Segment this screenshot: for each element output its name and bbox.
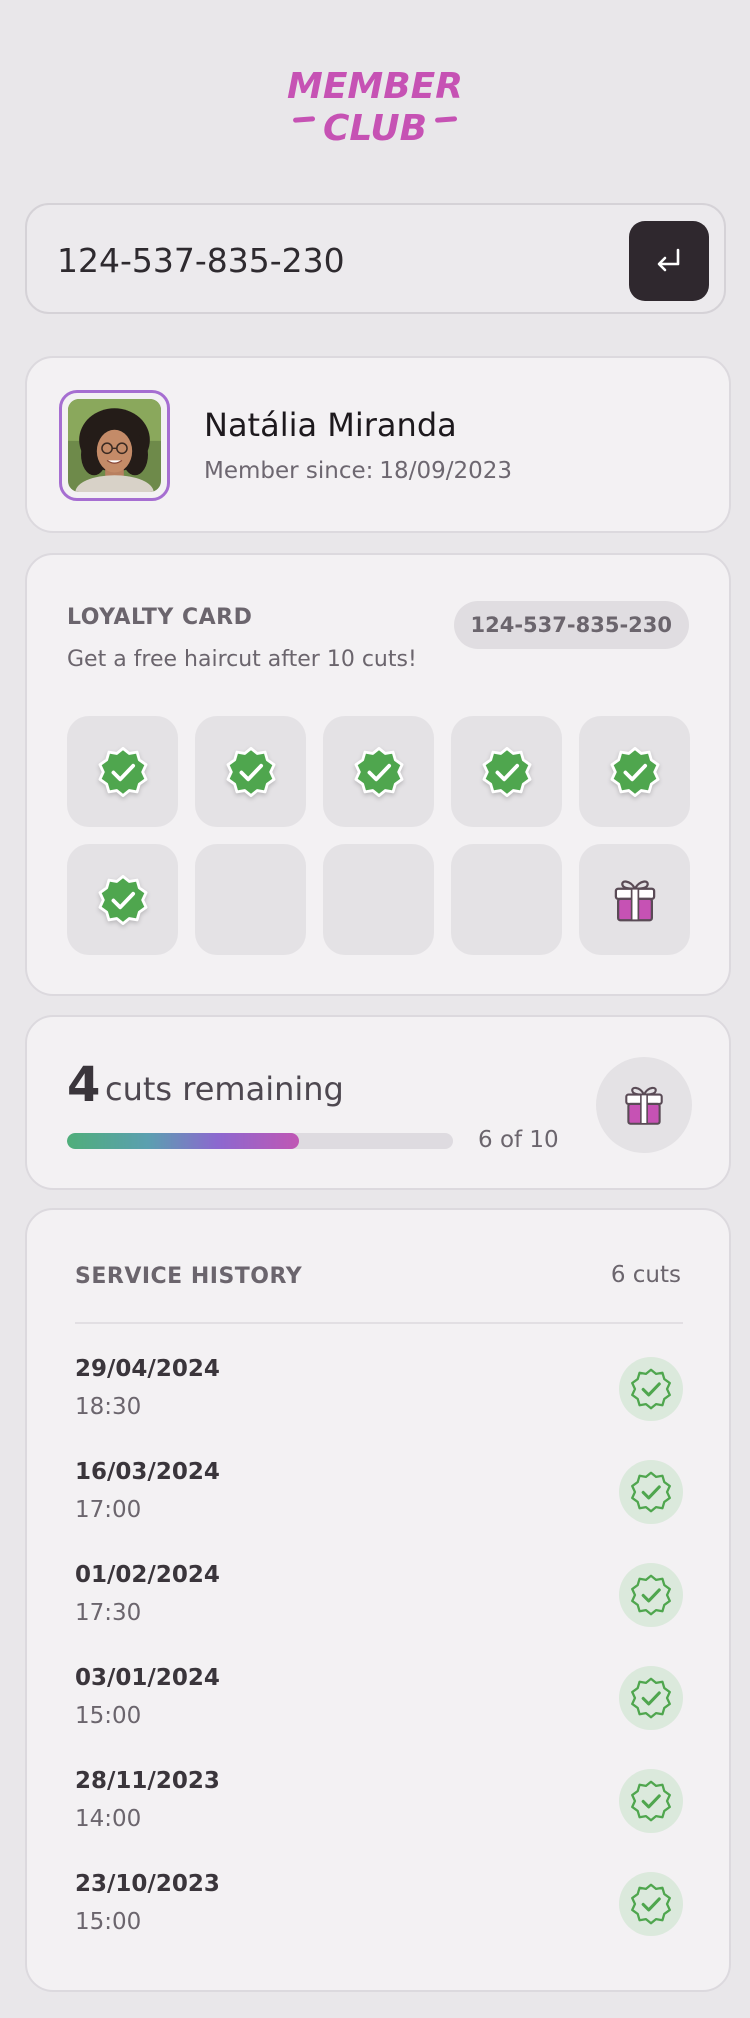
history-date: 23/10/2023	[75, 1871, 220, 1897]
remaining-card: 4 cuts remaining 6 of 10	[25, 1015, 731, 1190]
check-badge-icon	[619, 1563, 683, 1627]
check-badge-icon	[480, 745, 534, 799]
history-date: 01/02/2024	[75, 1562, 220, 1588]
progress-bar	[67, 1133, 453, 1149]
member-club-logo: MEMBER CLUB	[0, 60, 750, 160]
member-id-input[interactable]	[57, 232, 597, 288]
remaining-label: cuts remaining	[105, 1070, 344, 1108]
history-count: 6 cuts	[610, 1262, 681, 1288]
logo-line2: CLUB	[323, 108, 427, 149]
check-badge-icon	[619, 1872, 683, 1936]
loyalty-card: LOYALTY CARD Get a free haircut after 10…	[25, 553, 731, 996]
history-time: 18:30	[75, 1394, 142, 1420]
member-since-label: Member since:	[204, 458, 374, 484]
history-title: SERVICE HISTORY	[75, 1264, 303, 1289]
enter-icon	[657, 248, 680, 272]
divider	[75, 1322, 683, 1324]
history-row: 28/11/2023 14:00	[75, 1750, 683, 1853]
history-date: 29/04/2024	[75, 1356, 220, 1382]
stamp-reward	[579, 844, 690, 955]
history-time: 14:00	[75, 1806, 142, 1832]
avatar	[68, 399, 161, 492]
avatar-frame	[59, 390, 170, 501]
check-badge-icon	[352, 745, 406, 799]
history-date: 28/11/2023	[75, 1768, 220, 1794]
check-badge-icon	[619, 1357, 683, 1421]
reward-indicator	[596, 1057, 692, 1153]
history-date: 16/03/2024	[75, 1459, 220, 1485]
stamp-grid	[67, 716, 692, 955]
check-badge-icon	[608, 745, 662, 799]
remaining-count: 4	[67, 1057, 101, 1113]
gift-icon	[608, 873, 662, 927]
check-badge-icon	[619, 1666, 683, 1730]
stamp-completed	[451, 716, 562, 827]
stamp-empty	[195, 844, 306, 955]
logo-line1: MEMBER	[287, 66, 463, 107]
check-badge-icon	[96, 745, 150, 799]
history-row: 16/03/2024 17:00	[75, 1441, 683, 1544]
stamp-empty	[451, 844, 562, 955]
history-time: 15:00	[75, 1909, 142, 1935]
history-row: 01/02/2024 17:30	[75, 1544, 683, 1647]
loyalty-card-description: Get a free haircut after 10 cuts!	[67, 647, 417, 672]
stamp-empty	[323, 844, 434, 955]
stamp-completed	[67, 716, 178, 827]
member-since-date: 18/09/2023	[379, 458, 512, 484]
history-time: 15:00	[75, 1703, 142, 1729]
history-row: 03/01/2024 15:00	[75, 1647, 683, 1750]
stamp-completed	[67, 844, 178, 955]
stamp-completed	[579, 716, 690, 827]
card-id-badge: 124-537-835-230	[453, 601, 689, 649]
check-badge-icon	[619, 1769, 683, 1833]
check-badge-icon	[619, 1460, 683, 1524]
progress-text: 6 of 10	[478, 1127, 559, 1153]
history-date: 03/01/2024	[75, 1665, 220, 1691]
history-time: 17:00	[75, 1497, 142, 1523]
history-row: 23/10/2023 15:00	[75, 1853, 683, 1956]
history-time: 17:30	[75, 1600, 142, 1626]
check-badge-icon	[224, 745, 278, 799]
member-id-search	[25, 203, 726, 314]
loyalty-card-title: LOYALTY CARD	[67, 605, 253, 630]
history-row: 29/04/2024 18:30	[75, 1338, 683, 1441]
stamp-completed	[323, 716, 434, 827]
history-list: 29/04/2024 18:30 16/03/2024 17:00 01/02/2024…	[75, 1338, 683, 1956]
progress-fill	[67, 1133, 299, 1149]
member-since: Member since: 18/09/2023	[204, 458, 512, 484]
gift-icon	[625, 1086, 663, 1125]
stamp-completed	[195, 716, 306, 827]
member-name: Natália Miranda	[204, 406, 457, 444]
profile-card: Natália Miranda Member since: 18/09/2023	[25, 356, 731, 533]
search-submit-button[interactable]	[629, 221, 709, 301]
check-badge-icon	[96, 873, 150, 927]
service-history-card: SERVICE HISTORY 6 cuts 29/04/2024 18:30 16…	[25, 1208, 731, 1992]
